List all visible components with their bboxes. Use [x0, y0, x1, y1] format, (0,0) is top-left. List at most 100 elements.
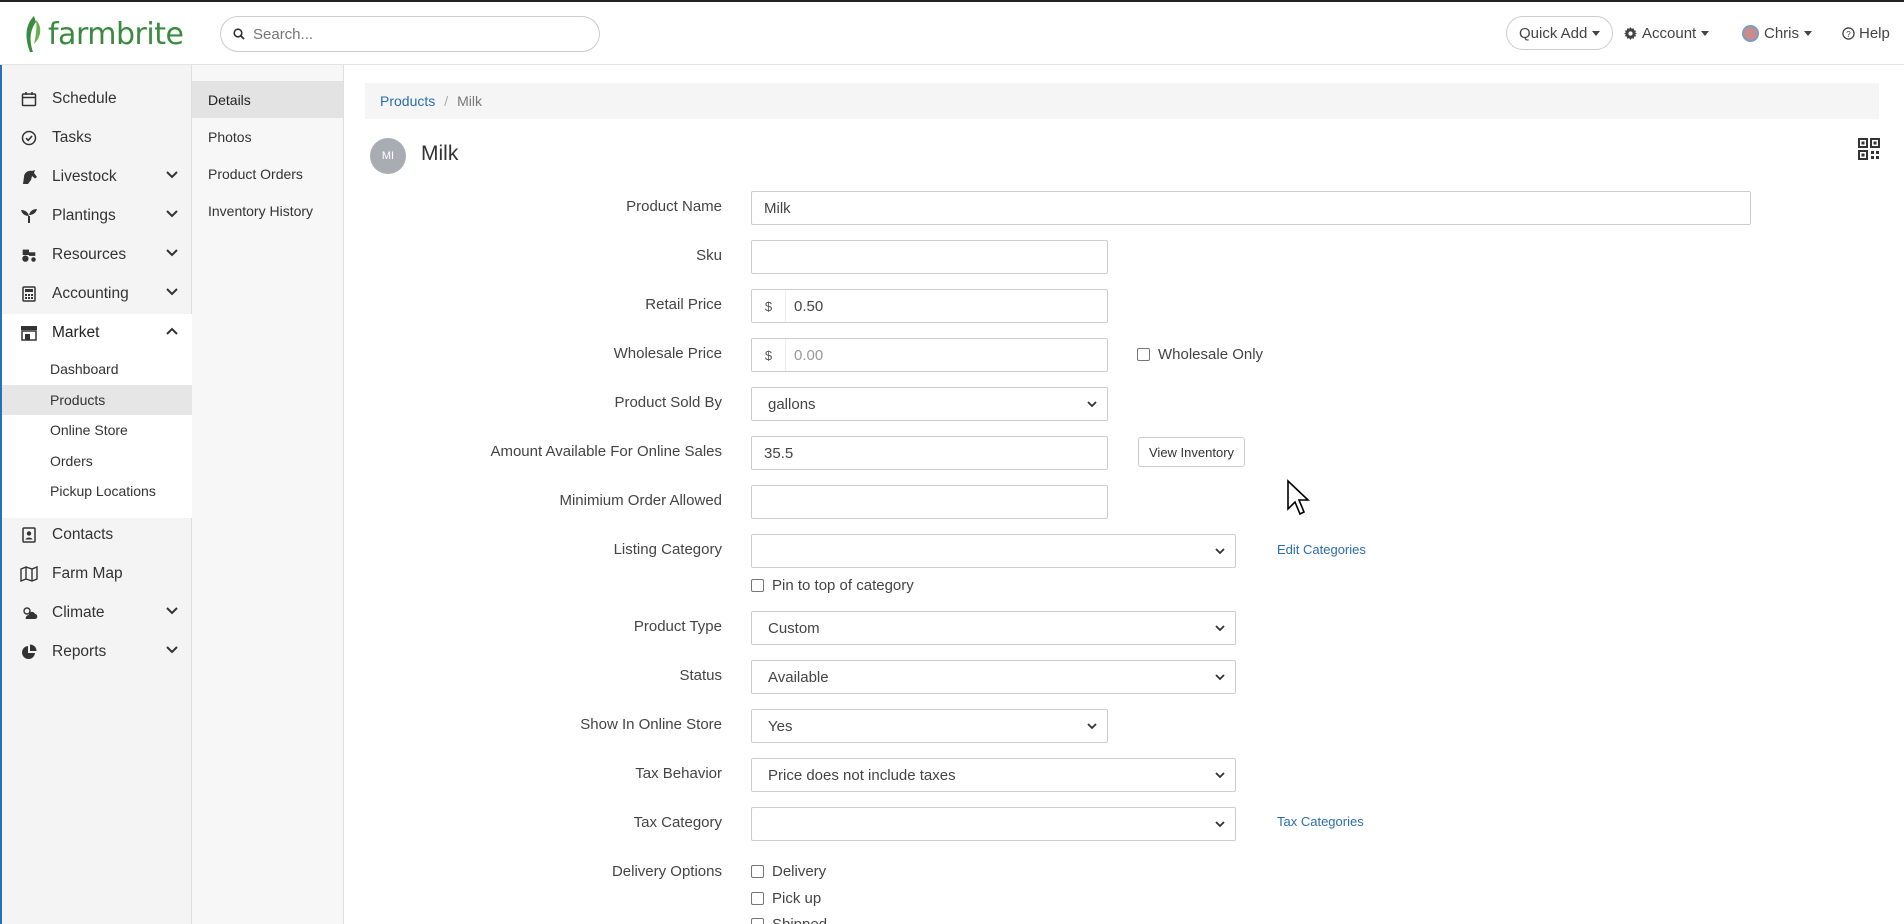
product-type-value: Custom	[768, 619, 820, 637]
sidebar-item-livestock[interactable]: Livestock	[2, 158, 192, 196]
chevron-down-icon	[1215, 772, 1225, 779]
quick-add-button[interactable]: Quick Add	[1506, 16, 1614, 50]
sku-label: Sku	[696, 247, 722, 264]
sidebar-item-label: Livestock	[52, 168, 117, 185]
caret-down-icon	[1804, 30, 1813, 36]
wholesale-only-checkbox[interactable]: Wholesale Only	[1137, 346, 1263, 363]
checkbox-box[interactable]	[751, 918, 764, 924]
listing-category-select[interactable]	[751, 534, 1236, 568]
product-type-select[interactable]: Custom	[751, 611, 1236, 645]
show-online-value: Yes	[768, 717, 793, 735]
account-label: Account	[1642, 24, 1697, 42]
chevron-down-icon	[1215, 548, 1225, 555]
help-button[interactable]: ? Help	[1842, 16, 1890, 50]
search-input[interactable]	[253, 25, 573, 43]
horse-icon	[20, 168, 38, 186]
pin-to-top-checkbox[interactable]: Pin to top of category	[751, 577, 914, 594]
currency-addon: $	[752, 290, 786, 322]
sidebar-item-label: Reports	[52, 643, 107, 660]
show-online-select[interactable]: Yes	[751, 709, 1108, 743]
sidebar-item-accounting[interactable]: Accounting	[2, 275, 192, 313]
checkbox-box[interactable]	[1137, 348, 1150, 361]
pickup-label: Pick up	[772, 890, 822, 907]
delivery-checkbox[interactable]: Delivery	[751, 863, 826, 880]
breadcrumb-separator: /	[444, 93, 449, 109]
qr-code-icon[interactable]	[1858, 138, 1880, 160]
sidebar-item-reports[interactable]: Reports	[2, 633, 192, 671]
sidebar-item-plantings[interactable]: Plantings	[2, 197, 192, 235]
min-order-field[interactable]	[751, 485, 1108, 519]
help-label: Help	[1859, 24, 1890, 42]
sold-by-select[interactable]: gallons	[751, 387, 1108, 421]
logo-text: farmbrite	[48, 16, 184, 52]
quick-add-label: Quick Add	[1519, 24, 1588, 42]
top-bar: farmbrite Quick Add Account Chris ? Help	[0, 0, 1904, 65]
status-select[interactable]: Available	[751, 660, 1236, 694]
check-circle-icon	[20, 129, 38, 147]
view-inventory-button[interactable]: View Inventory	[1138, 437, 1246, 467]
tractor-icon	[20, 246, 38, 264]
sidebar-subitem-pickup-locations[interactable]: Pickup Locations	[2, 476, 192, 506]
subnav-details[interactable]: Details	[192, 81, 343, 118]
sidebar-item-label: Climate	[52, 604, 105, 621]
sidebar-item-farm-map[interactable]: Farm Map	[2, 555, 192, 593]
retail-price-field[interactable]: $ 0.50	[751, 289, 1108, 323]
wholesale-price-field[interactable]: $ 0.00	[751, 338, 1108, 372]
sidebar-subitem-online-store[interactable]: Online Store	[2, 415, 192, 445]
search-box[interactable]	[220, 16, 600, 52]
farmbrite-logo[interactable]: farmbrite	[22, 12, 184, 56]
caret-down-icon	[1592, 30, 1601, 36]
subnav-photos[interactable]: Photos	[192, 118, 343, 155]
edit-categories-link[interactable]: Edit Categories	[1277, 542, 1366, 557]
currency-addon: $	[752, 339, 786, 371]
wholesale-only-label: Wholesale Only	[1158, 346, 1264, 363]
sold-by-value: gallons	[768, 395, 816, 413]
tax-category-label: Tax Category	[633, 814, 722, 831]
tax-category-select[interactable]	[751, 807, 1236, 841]
store-icon	[20, 324, 38, 342]
account-menu[interactable]: Account	[1624, 16, 1710, 50]
status-label: Status	[679, 667, 722, 684]
chevron-down-icon	[1215, 674, 1225, 681]
calendar-icon	[20, 90, 38, 108]
wholesale-price-placeholder: 0.00	[794, 346, 824, 364]
subnav-inventory-history[interactable]: Inventory History	[192, 192, 343, 229]
sidebar-subitem-dashboard[interactable]: Dashboard	[2, 354, 192, 384]
tax-categories-link[interactable]: Tax Categories	[1277, 814, 1364, 829]
checkbox-box[interactable]	[751, 579, 764, 592]
sidebar-item-market[interactable]: Market	[2, 314, 192, 352]
pickup-checkbox[interactable]: Pick up	[751, 890, 821, 907]
help-icon: ?	[1842, 26, 1855, 40]
breadcrumb-products-link[interactable]: Products	[380, 93, 435, 109]
pin-to-top-label: Pin to top of category	[772, 577, 914, 594]
chevron-down-icon	[1215, 821, 1225, 828]
sidebar-subitem-orders[interactable]: Orders	[2, 446, 192, 476]
checkbox-box[interactable]	[751, 865, 764, 878]
calculator-icon	[20, 285, 38, 303]
sidebar-item-tasks[interactable]: Tasks	[2, 119, 192, 157]
sidebar-item-schedule[interactable]: Schedule	[2, 80, 192, 118]
shipped-checkbox[interactable]: Shipped	[751, 916, 827, 924]
product-name-label: Product Name	[626, 198, 722, 215]
tax-behavior-select[interactable]: Price does not include taxes	[751, 758, 1236, 792]
seedling-icon	[20, 207, 38, 225]
user-menu[interactable]: Chris	[1742, 16, 1813, 50]
product-name-field[interactable]: Milk	[751, 191, 1751, 225]
sidebar-item-climate[interactable]: Climate	[2, 594, 192, 632]
chevron-down-icon	[166, 249, 178, 257]
checkbox-box[interactable]	[751, 892, 764, 905]
user-name: Chris	[1764, 24, 1800, 42]
chevron-up-icon	[166, 327, 178, 335]
sidebar-item-label: Accounting	[52, 285, 129, 302]
sku-field[interactable]	[751, 240, 1108, 274]
product-subnav: Details Photos Product Orders Inventory …	[192, 65, 344, 924]
retail-price-label: Retail Price	[645, 296, 722, 313]
amount-available-field[interactable]: 35.5	[751, 436, 1108, 470]
listing-category-label: Listing Category	[613, 541, 722, 558]
sidebar-item-contacts[interactable]: Contacts	[2, 516, 192, 554]
sidebar-item-resources[interactable]: Resources	[2, 236, 192, 274]
subnav-product-orders[interactable]: Product Orders	[192, 155, 343, 192]
amount-available-label: Amount Available For Online Sales	[490, 443, 722, 460]
chevron-down-icon	[166, 607, 178, 615]
sidebar-subitem-products[interactable]: Products	[2, 385, 192, 415]
